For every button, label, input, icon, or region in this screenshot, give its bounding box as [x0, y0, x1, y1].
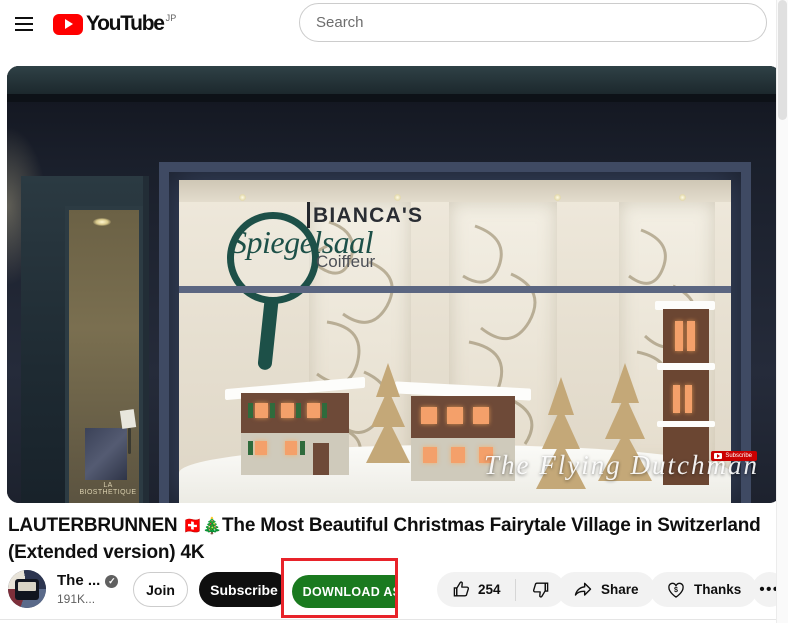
spotlight [554, 194, 561, 201]
subscriber-count: 191K... [57, 592, 96, 606]
channel-meta: The ... ✓ 191K... [57, 572, 119, 606]
interior-ceiling [179, 180, 731, 202]
heart-dollar-icon: $ [668, 582, 684, 598]
chalet-window [285, 441, 297, 455]
chalet-shutter [270, 403, 275, 418]
chalet-window [281, 403, 294, 418]
chalet-window [423, 447, 437, 463]
like-button[interactable]: 254 [437, 572, 515, 607]
hamburger-line [15, 22, 33, 25]
chalet-window [421, 407, 437, 424]
video-frame-scene: LA BIOSTHETIQUE BIANCA'S Spiegelsaal Coi… [7, 66, 781, 503]
chalet-shutter [248, 403, 253, 418]
awning [7, 66, 781, 96]
tower-window [685, 385, 692, 413]
door-lamp [93, 218, 111, 226]
awning-shadow [7, 94, 781, 102]
chalet-shutter [296, 403, 301, 418]
tower-window [673, 385, 680, 413]
share-button[interactable]: Share [557, 572, 655, 607]
youtube-watch-page: YouTube JP LA BIOSTHETIQUE [0, 0, 788, 623]
search-bar [299, 3, 767, 42]
chalet-door [313, 443, 329, 475]
download-as-button[interactable]: DOWNLOAD AS [292, 575, 395, 608]
chalet-window [307, 403, 320, 418]
thumbs-down-icon [532, 582, 548, 598]
chalet-shutter [248, 441, 253, 455]
share-label: Share [601, 582, 639, 597]
youtube-country-code: JP [165, 12, 177, 23]
mirror-logo-handle [257, 297, 279, 371]
video-title-main: LAUTERBRUNNEN [8, 515, 178, 536]
door-poster-text: LA BIOSTHETIQUE [79, 482, 137, 496]
channel-name-row[interactable]: The ... ✓ [57, 572, 119, 590]
youtube-play-icon [53, 13, 83, 35]
door-handle [128, 428, 131, 454]
hamburger-line [15, 28, 33, 31]
spotlight [239, 194, 246, 201]
chalet-window [473, 407, 489, 424]
chalet-window [451, 447, 465, 463]
content-divider [0, 619, 776, 620]
swiss-flag-icon: 🇨🇭 [182, 518, 203, 535]
tower-window [675, 321, 683, 351]
spotlight [394, 194, 401, 201]
like-count: 254 [478, 582, 501, 597]
play-triangle [65, 19, 73, 29]
chalet-window [255, 403, 268, 418]
scrollbar-thumb[interactable] [778, 0, 787, 120]
chalet-window [255, 441, 267, 455]
subscribe-button[interactable]: Subscribe [199, 572, 289, 607]
chalet-shutter [300, 441, 305, 455]
video-player[interactable]: LA BIOSTHETIQUE BIANCA'S Spiegelsaal Coi… [7, 66, 781, 503]
like-dislike-group: 254 [437, 572, 565, 607]
share-arrow-icon [574, 582, 592, 596]
shop-sign-type: Coiffeur [316, 252, 376, 271]
spotlight [679, 194, 686, 201]
svg-text:$: $ [674, 586, 678, 594]
tower-window [687, 321, 695, 351]
door-note [119, 409, 137, 429]
verified-badge-icon: ✓ [105, 574, 119, 588]
christmas-tree-icon: 🎄 [202, 518, 223, 535]
thumbs-up-icon [453, 581, 470, 597]
page-scrollbar[interactable] [776, 0, 788, 623]
tower-ledge [657, 421, 715, 427]
door-poster [85, 428, 127, 480]
join-button[interactable]: Join [133, 572, 188, 607]
tower-ledge [657, 363, 715, 370]
window-mullion-horizontal [179, 286, 731, 293]
avatar[interactable] [8, 570, 46, 608]
shop-door: LA BIOSTHETIQUE [65, 206, 143, 503]
masthead: YouTube JP [0, 0, 776, 47]
channel-name: The ... [57, 572, 101, 589]
chalet-shutter [322, 403, 327, 418]
download-as-highlight-box: DOWNLOAD AS [281, 558, 398, 618]
channel-watermark: The Flying Dutchman [484, 450, 759, 480]
hamburger-line [15, 16, 33, 19]
thanks-label: Thanks [694, 582, 742, 597]
chalet-model-left [225, 376, 365, 475]
chalet-window [447, 407, 463, 424]
hamburger-menu-icon[interactable] [4, 4, 44, 44]
youtube-logo[interactable]: YouTube JP [53, 12, 177, 36]
avatar-camera-lens [18, 582, 36, 591]
christmas-tree-model [365, 363, 411, 463]
search-box[interactable] [299, 3, 767, 42]
thanks-button[interactable]: $ Thanks [650, 572, 758, 607]
channel-info[interactable]: The ... ✓ 191K... [8, 570, 119, 608]
search-input[interactable] [316, 14, 739, 31]
shop-door-recess: LA BIOSTHETIQUE [21, 176, 149, 503]
youtube-logo-text: YouTube [86, 11, 165, 35]
